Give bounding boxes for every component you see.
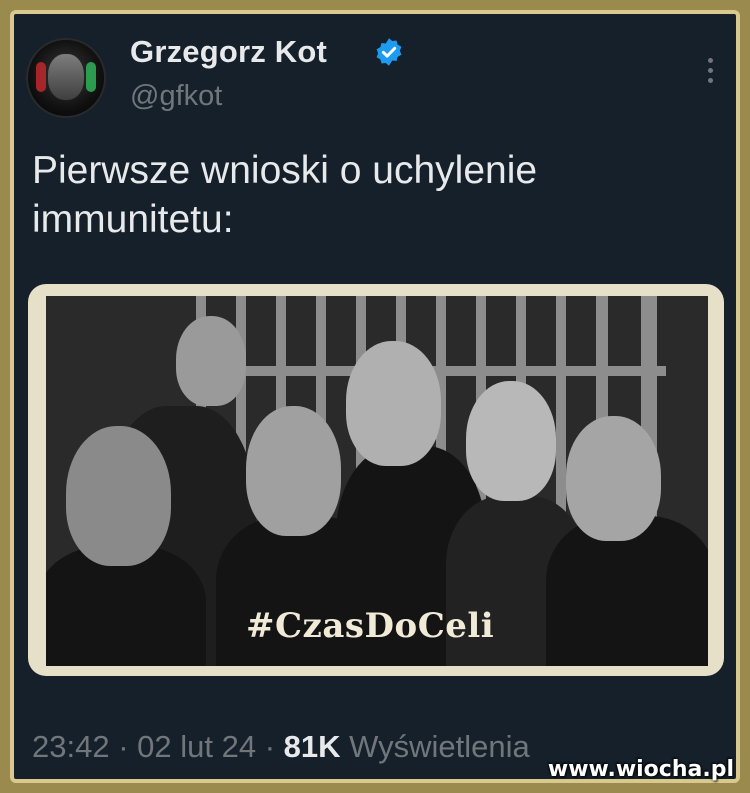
tweet-meta: 23:42 · 02 lut 24 · 81K Wyświetlenia bbox=[32, 729, 530, 765]
figure-face bbox=[346, 341, 441, 466]
avatar-red-glow bbox=[36, 62, 46, 92]
tweet-time[interactable]: 23:42 bbox=[32, 729, 110, 764]
site-watermark: www.wiocha.pl bbox=[547, 757, 734, 782]
figure-face bbox=[466, 381, 556, 501]
views-count: 81K bbox=[283, 729, 341, 764]
avatar-face bbox=[48, 54, 84, 100]
avatar[interactable] bbox=[28, 40, 104, 116]
views-label: Wyświetlenia bbox=[349, 729, 530, 764]
author-handle[interactable]: @gfkot bbox=[130, 80, 222, 113]
author-name[interactable]: Grzegorz Kot bbox=[130, 34, 327, 70]
avatar-green-glow bbox=[86, 62, 96, 92]
tweet-date[interactable]: 02 lut 24 bbox=[137, 729, 256, 764]
tweet-card: Grzegorz Kot @gfkot Pierwsze wnioski o u… bbox=[10, 10, 740, 783]
verified-badge-icon bbox=[376, 38, 402, 66]
tweet-media-image[interactable]: #CzasDoCeli bbox=[28, 284, 724, 676]
figure-face bbox=[246, 406, 341, 536]
tweet-text: Pierwsze wnioski o uchylenie immunitetu: bbox=[32, 149, 538, 241]
meta-separator: · bbox=[264, 729, 276, 764]
figure-face bbox=[176, 316, 246, 406]
more-options-icon[interactable] bbox=[708, 58, 714, 88]
figure-face bbox=[566, 416, 661, 541]
media-scene: #CzasDoCeli bbox=[46, 296, 708, 666]
media-hashtag: #CzasDoCeli bbox=[246, 606, 495, 646]
meta-separator: · bbox=[118, 729, 129, 764]
figure-face bbox=[66, 426, 171, 566]
